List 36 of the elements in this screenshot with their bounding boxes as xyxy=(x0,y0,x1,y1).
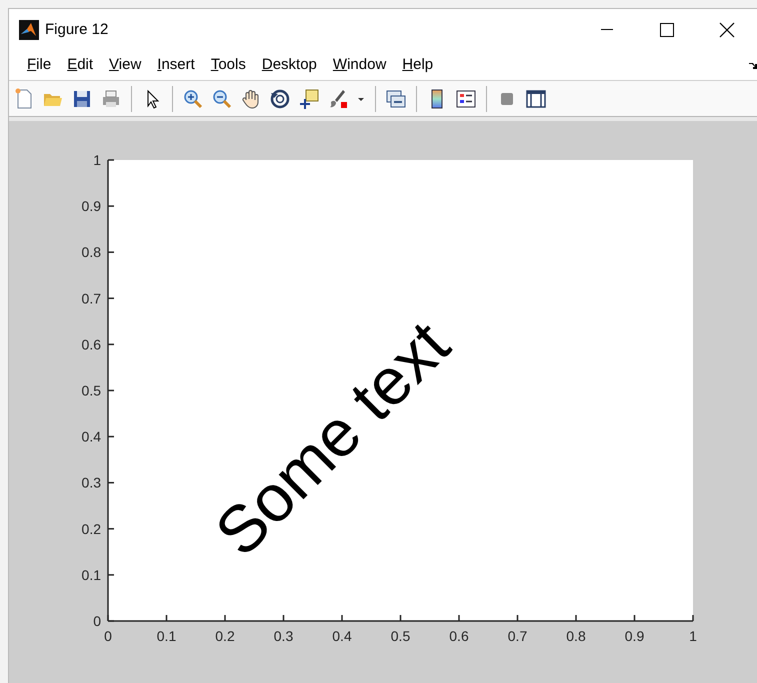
maximize-icon[interactable] xyxy=(660,23,674,37)
x-tick-label: 0.6 xyxy=(449,628,469,644)
x-tick-label: 0.7 xyxy=(508,628,528,644)
x-tick-label: 0.9 xyxy=(624,628,644,644)
x-tick-label: 0.3 xyxy=(274,628,294,644)
y-tick-label: 1 xyxy=(93,152,101,168)
y-tick-label: 0.5 xyxy=(82,382,101,398)
menu-item[interactable]: Window xyxy=(324,54,394,77)
close-icon[interactable] xyxy=(719,22,735,38)
x-tick-label: 0.2 xyxy=(215,628,235,644)
y-tick-label: 0 xyxy=(93,613,101,629)
y-tick-label: 0.4 xyxy=(82,428,101,445)
y-tick-label: 0.2 xyxy=(82,520,101,537)
y-tick-label: 0.7 xyxy=(82,290,101,306)
menu-item[interactable]: Help xyxy=(394,54,442,77)
x-tick-label: 1 xyxy=(689,628,697,644)
x-tick-label: 0.5 xyxy=(390,628,410,644)
x-tick-label: 0 xyxy=(104,628,112,644)
y-tick-label: 0.8 xyxy=(82,244,101,260)
menu-item[interactable]: Insert xyxy=(149,54,203,77)
menu-item[interactable]: View xyxy=(101,54,150,77)
window-title: Figure 12 xyxy=(45,20,108,40)
minimize-icon[interactable] xyxy=(601,29,613,31)
y-tick-label: 0.3 xyxy=(82,474,101,491)
x-tick-label: 0.1 xyxy=(156,628,176,644)
menu-item[interactable]: File xyxy=(19,54,60,77)
dock-arrow-icon[interactable] xyxy=(749,60,757,70)
y-tick-label: 0.9 xyxy=(82,198,101,214)
menu-item[interactable]: Tools xyxy=(202,54,254,77)
x-tick-label: 0.4 xyxy=(332,628,352,644)
app-logo-icon xyxy=(19,20,39,40)
menu-item[interactable]: Edit xyxy=(59,54,102,77)
menu-item[interactable]: Desktop xyxy=(254,54,325,77)
y-tick-label: 0.1 xyxy=(82,566,101,583)
x-tick-label: 0.8 xyxy=(566,628,586,644)
y-tick-label: 0.6 xyxy=(82,336,101,352)
